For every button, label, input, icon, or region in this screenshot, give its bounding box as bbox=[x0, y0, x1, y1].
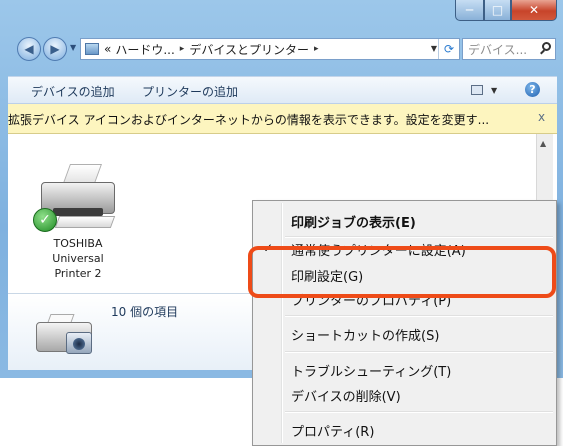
control-panel-icon bbox=[85, 43, 99, 55]
back-arrow-icon: ◀ bbox=[24, 42, 34, 56]
maximize-button[interactable]: □ bbox=[484, 0, 511, 21]
highlight-annotation bbox=[248, 246, 556, 298]
title-bar[interactable]: ─ □ ✕ bbox=[0, 0, 563, 36]
view-options-dropdown[interactable]: ▼ bbox=[491, 86, 497, 95]
menu-item-properties[interactable]: プロパティ(R) bbox=[291, 421, 374, 440]
refresh-icon[interactable]: ⟳ bbox=[438, 39, 459, 59]
device-name-line: Printer 2 bbox=[54, 267, 102, 280]
help-icon[interactable]: ? bbox=[525, 82, 540, 97]
device-printer[interactable]: ✓ TOSHIBA Universal Printer 2 bbox=[23, 164, 133, 281]
recent-pages-dropdown[interactable]: ▼ bbox=[70, 43, 76, 52]
search-input[interactable]: デバイス... bbox=[462, 38, 556, 60]
info-bar[interactable]: 拡張デバイス アイコンおよびインターネットからの情報を表示できます。設定を変更す… bbox=[8, 104, 557, 134]
minimize-button[interactable]: ─ bbox=[455, 0, 484, 21]
address-history-dropdown[interactable]: ▼ bbox=[431, 44, 437, 53]
menu-item-troubleshoot[interactable]: トラブルシューティング(T) bbox=[291, 361, 451, 380]
device-name-line: Universal bbox=[52, 252, 104, 265]
menu-item-create-shortcut[interactable]: ショートカットの作成(S) bbox=[291, 325, 439, 344]
change-view-icon[interactable] bbox=[471, 85, 483, 95]
add-device-button[interactable]: デバイスの追加 bbox=[31, 83, 115, 100]
forward-button[interactable]: ▶ bbox=[43, 37, 67, 61]
info-bar-close-icon[interactable]: x bbox=[538, 110, 545, 124]
devices-printers-icon bbox=[26, 314, 96, 360]
search-placeholder: デバイス... bbox=[468, 42, 528, 57]
menu-item-see-print-jobs[interactable]: 印刷ジョブの表示(E) bbox=[291, 212, 416, 231]
breadcrumb-arrow-icon[interactable]: ▸ bbox=[180, 44, 185, 54]
context-menu: 印刷ジョブの表示(E) ✓ 通常使うプリンターに設定(A) 印刷設定(G) プリ… bbox=[252, 200, 557, 446]
scroll-up-arrow-icon[interactable]: ▲ bbox=[540, 139, 546, 148]
add-printer-button[interactable]: プリンターの追加 bbox=[142, 83, 238, 100]
breadcrumb-hardware[interactable]: ハードウ... bbox=[115, 41, 174, 58]
command-bar: デバイスの追加 プリンターの追加 ▼ ? bbox=[8, 76, 557, 104]
menu-item-remove-device[interactable]: デバイスの削除(V) bbox=[291, 386, 401, 405]
search-icon[interactable] bbox=[542, 42, 551, 51]
info-bar-text[interactable]: 拡張デバイス アイコンおよびインターネットからの情報を表示できます。設定を変更す… bbox=[8, 111, 489, 128]
menu-separator bbox=[285, 236, 553, 238]
menu-separator bbox=[285, 315, 553, 317]
breadcrumb-arrow-icon[interactable]: ▸ bbox=[314, 44, 319, 54]
printer-icon: ✓ bbox=[33, 164, 123, 234]
forward-arrow-icon: ▶ bbox=[50, 42, 60, 56]
menu-gutter bbox=[281, 203, 283, 443]
address-overflow[interactable]: « bbox=[104, 42, 111, 56]
default-printer-check-icon: ✓ bbox=[33, 208, 57, 232]
menu-separator bbox=[285, 411, 553, 413]
close-button[interactable]: ✕ bbox=[511, 0, 557, 21]
address-bar[interactable]: « ハードウ... ▸ デバイスとプリンター ▸ ▼ ⟳ bbox=[80, 38, 460, 60]
menu-separator bbox=[285, 351, 553, 353]
breadcrumb-devices-printers[interactable]: デバイスとプリンター bbox=[189, 41, 309, 58]
item-count: 10 個の項目 bbox=[111, 305, 179, 319]
device-name-line: TOSHIBA bbox=[53, 237, 103, 250]
back-button[interactable]: ◀ bbox=[17, 37, 41, 61]
